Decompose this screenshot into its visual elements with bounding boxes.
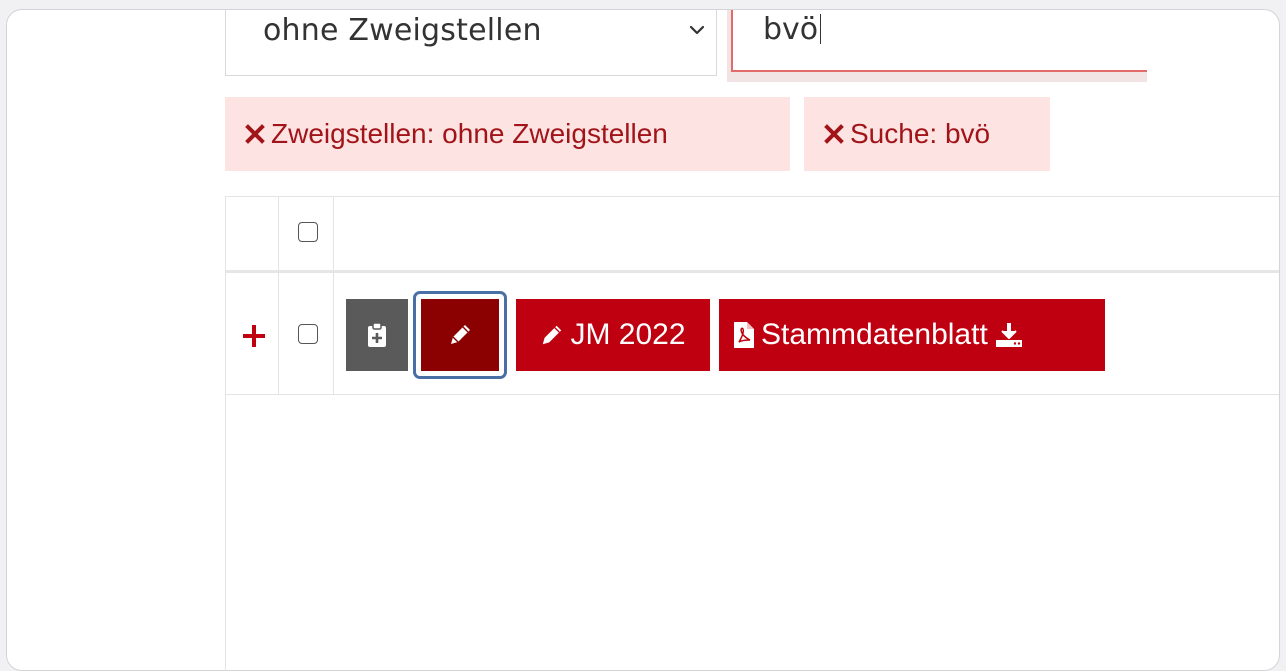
remove-x-icon[interactable]: [824, 124, 844, 144]
focus-ring: [413, 291, 507, 379]
search-field-wrapper: bvö: [727, 10, 1147, 82]
active-filter-chip-search[interactable]: Suche: bvö: [804, 97, 1050, 171]
row-separator: [225, 394, 1279, 395]
app-frame: ohne Zweigstellen bvö Zweigstellen: ohne…: [6, 9, 1280, 671]
jm-edit-button[interactable]: JM 2022: [516, 299, 710, 371]
table-left-border: [225, 196, 226, 670]
select-all-checkbox[interactable]: [298, 222, 318, 242]
search-input-value: bvö: [763, 12, 819, 47]
clipboard-button[interactable]: [346, 299, 408, 371]
remove-x-icon[interactable]: [245, 124, 265, 144]
clipboard-plus-icon: [368, 322, 386, 347]
column-divider: [333, 196, 334, 394]
branch-filter-select[interactable]: ohne Zweigstellen: [225, 10, 717, 76]
header-separator: [225, 270, 1279, 273]
active-filter-chip-branch[interactable]: Zweigstellen: ohne Zweigstellen: [225, 97, 790, 171]
stammdatenblatt-label: Stammdatenblatt: [761, 318, 988, 351]
row-select-checkbox[interactable]: [298, 324, 318, 344]
column-divider: [278, 196, 279, 394]
chevron-down-icon: [689, 25, 705, 35]
text-caret: [820, 14, 822, 44]
active-filter-chip-label: Zweigstellen: ohne Zweigstellen: [271, 118, 668, 149]
download-icon: [995, 323, 1022, 347]
stammdatenblatt-download-button[interactable]: Stammdatenblatt: [719, 299, 1105, 371]
plus-icon[interactable]: [241, 323, 267, 349]
pdf-file-icon: [734, 322, 754, 348]
active-filter-chip-label: Suche: bvö: [850, 118, 991, 149]
search-input[interactable]: bvö: [731, 10, 1147, 72]
table-top-border: [225, 196, 1279, 197]
results-table: JM 2022 Stammdatenblatt: [225, 196, 1279, 670]
pencil-icon: [543, 325, 562, 345]
jm-button-label: JM 2022: [570, 318, 686, 351]
branch-filter-value: ohne Zweigstellen: [263, 13, 542, 48]
